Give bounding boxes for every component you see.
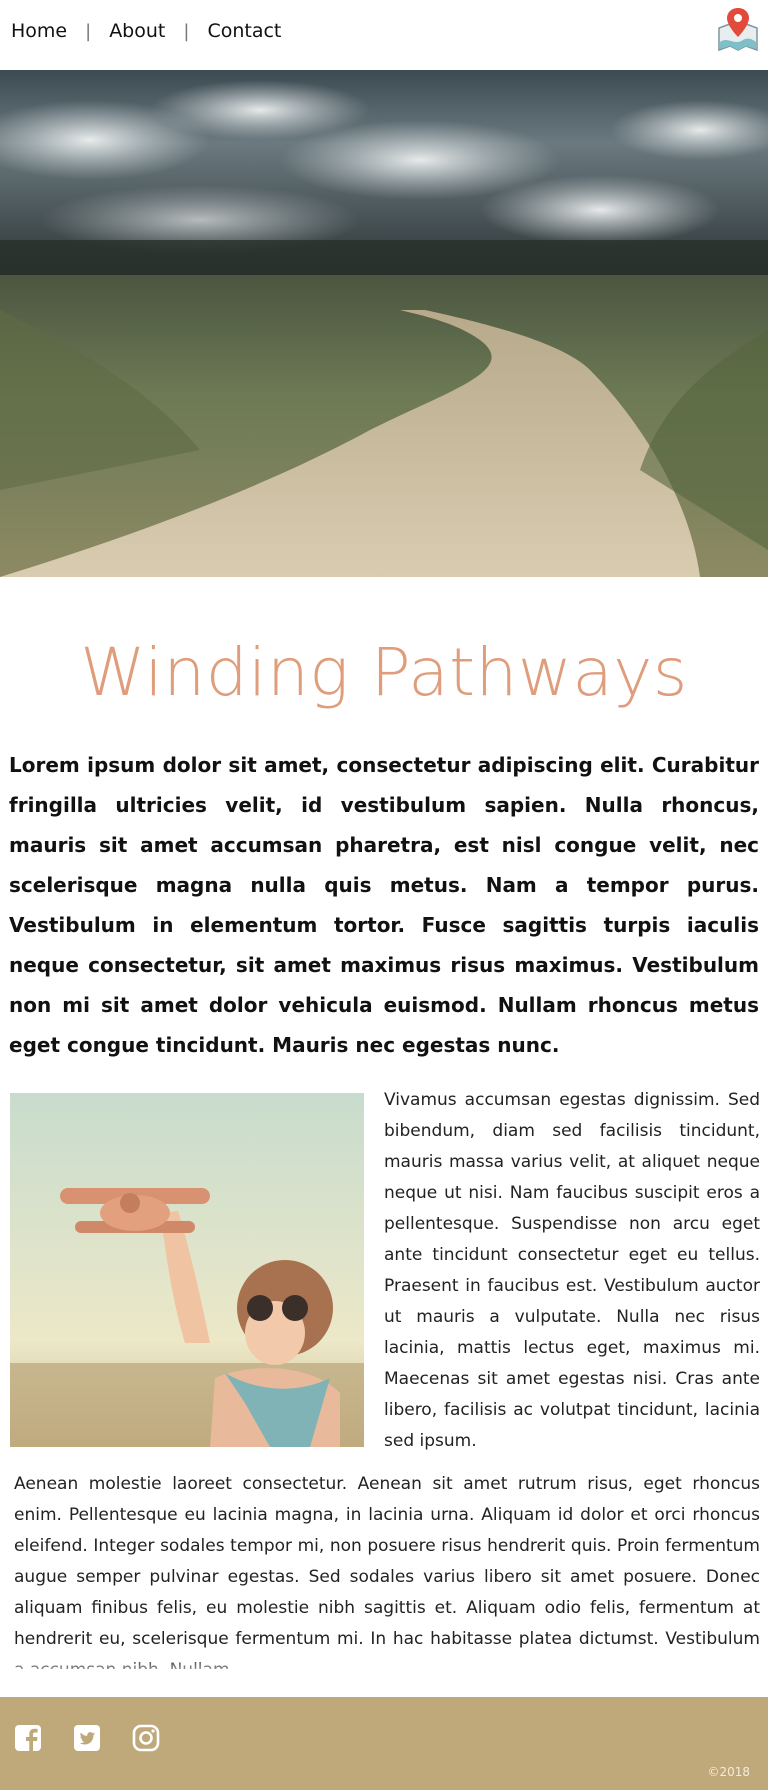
child-airplane-photo [10,1093,364,1447]
nav-home-link[interactable]: Home [11,20,67,42]
footer: ©2018 [0,1697,768,1790]
lead-paragraph: Lorem ipsum dolor sit amet, consectetur … [9,753,759,1057]
nav-separator: | [85,20,92,42]
nav-separator: | [183,20,190,42]
bottom-paragraph-text: Aenean molestie laoreet consectetur. Aen… [14,1474,760,1669]
bottom-paragraph: Aenean molestie laoreet consectetur. Aen… [14,1469,760,1669]
nav-contact-link[interactable]: Contact [207,20,281,42]
page-title: Winding Pathways [80,634,688,711]
copyright-text: ©2018 [707,1765,750,1779]
twitter-icon[interactable] [73,1724,101,1752]
top-nav: Home | About | Contact [0,0,768,70]
facebook-icon[interactable] [14,1724,42,1752]
nav-links: Home | About | Contact [11,20,281,42]
nav-about-link[interactable]: About [109,20,165,42]
instagram-icon[interactable] [132,1724,160,1752]
map-pin-icon[interactable] [716,6,760,52]
side-paragraph: Vivamus accumsan egestas dignissim. Sed … [384,1090,760,1451]
content-fade [0,1655,768,1697]
hero-image [0,70,768,577]
